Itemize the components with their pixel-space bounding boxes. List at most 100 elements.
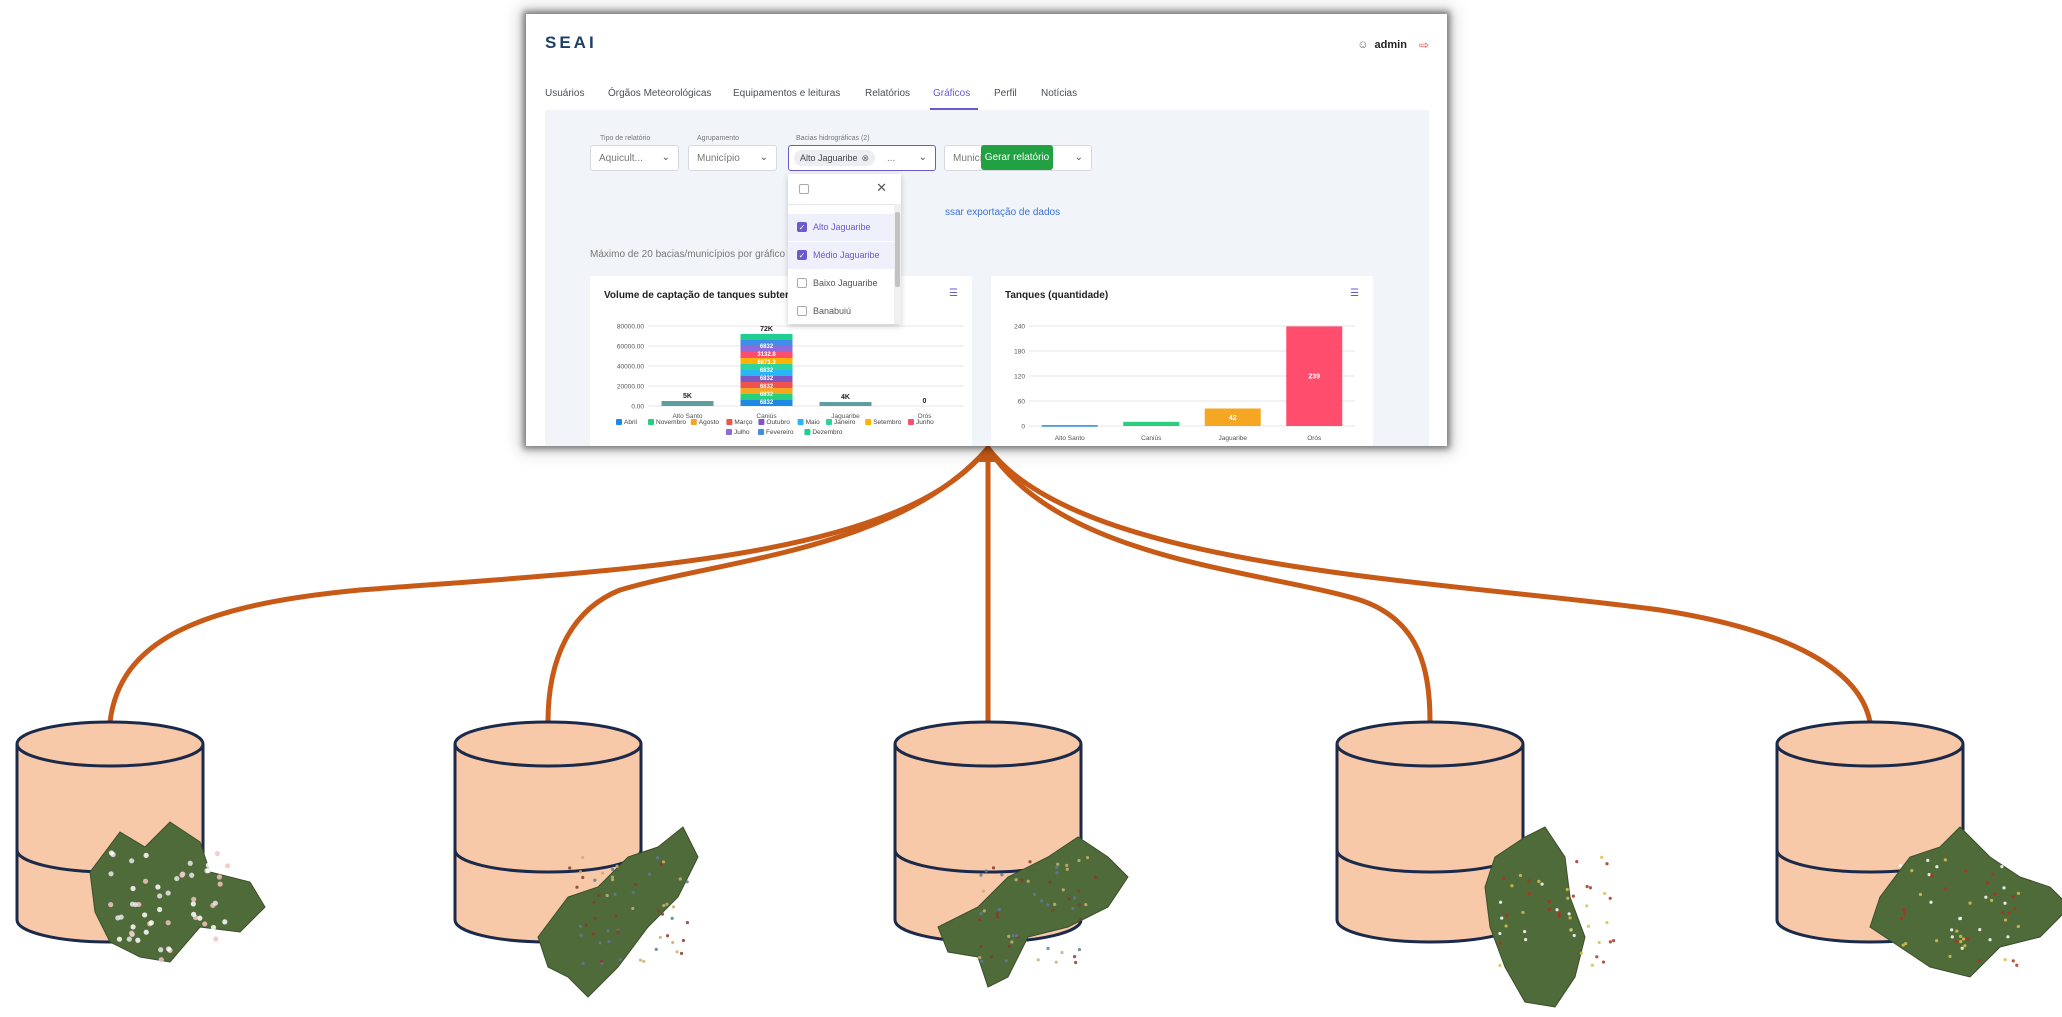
map-point <box>165 920 171 926</box>
legend-swatch <box>758 429 764 435</box>
map-point <box>1523 938 1528 942</box>
tab-perfil[interactable]: Perfil <box>994 88 1017 99</box>
map-point <box>1586 924 1591 928</box>
tab-usuarios[interactable]: Usuários <box>545 88 584 99</box>
segment-label: 6832 <box>760 400 774 406</box>
map-point <box>1014 878 1018 882</box>
map-point <box>1065 863 1069 867</box>
tab-graficos[interactable]: Gráficos <box>933 88 970 99</box>
legend-label: Novembro <box>656 419 686 426</box>
report-type-select[interactable]: Aquicult... ⌄ <box>590 145 679 171</box>
map-point <box>216 874 223 880</box>
tab-orgaos[interactable]: Órgãos Meteorológicas <box>608 88 711 99</box>
connector-4 <box>985 445 1433 725</box>
bar-total-label: 72K <box>760 326 773 333</box>
map-point <box>1898 863 1902 868</box>
segment-label: 6832 <box>760 376 774 382</box>
basin-shape <box>537 826 699 998</box>
logout-icon[interactable]: ⇨ <box>1419 38 1429 52</box>
dropdown-item[interactable]: Baixo Jaguaribe <box>788 270 894 297</box>
map-point <box>655 856 660 860</box>
map-point <box>661 860 666 864</box>
map-point <box>189 872 195 878</box>
map-point <box>600 871 605 875</box>
bar-total-label: 0 <box>923 398 927 405</box>
tab-relatorios[interactable]: Relatórios <box>865 88 910 99</box>
map-point <box>1571 894 1576 898</box>
checkbox[interactable] <box>797 278 807 288</box>
selected-basin-chip[interactable]: Alto Jaguaribe ⊗ <box>794 150 876 166</box>
tab-noticias[interactable]: Notícias <box>1041 88 1077 99</box>
map-point <box>1585 884 1589 889</box>
basins-multiselect[interactable]: Alto Jaguaribe ⊗ ... ⌄ <box>788 145 936 171</box>
generate-report-button[interactable]: Gerar relatório <box>981 145 1053 170</box>
map-point <box>1555 908 1559 912</box>
cylinder-top <box>1335 720 1525 768</box>
map-point <box>670 916 674 920</box>
map-point <box>1077 947 1082 952</box>
map-point <box>1902 908 1906 912</box>
dropdown-scroll-thumb[interactable] <box>895 212 900 287</box>
map-point <box>995 912 999 916</box>
map-point <box>1993 892 1997 896</box>
nav-bar: Usuários Órgãos Meteorológicas Equipamen… <box>545 76 1429 111</box>
map-point <box>115 915 121 921</box>
dropdown-item[interactable]: Banabuiú <box>788 298 894 324</box>
map-point <box>128 930 135 936</box>
checkbox-checked[interactable]: ✓ <box>797 222 807 232</box>
map-point <box>130 924 136 930</box>
map-point <box>613 892 617 896</box>
map-point <box>593 916 597 920</box>
dropdown-item[interactable]: ✓ Médio Jaguaribe <box>788 242 894 269</box>
map-point <box>679 951 684 955</box>
bar <box>1123 421 1180 426</box>
checkbox-checked[interactable]: ✓ <box>797 250 807 260</box>
map-point <box>610 867 615 872</box>
map-point <box>1523 929 1527 934</box>
grouping-label: Agrupamento <box>697 135 740 142</box>
map-point <box>658 935 662 940</box>
tab-equipamentos[interactable]: Equipamentos e leituras <box>733 88 840 99</box>
map-point <box>593 878 597 882</box>
remove-chip-icon[interactable]: ⊗ <box>862 153 870 163</box>
map-point <box>132 901 139 908</box>
map-point <box>981 889 986 893</box>
dropdown-item[interactable]: ✓ Alto Jaguaribe <box>788 214 894 241</box>
map-point <box>108 902 114 908</box>
map-point <box>638 958 643 962</box>
map-point <box>1056 862 1060 866</box>
checkbox[interactable] <box>797 306 807 316</box>
x-tick-label: Jaguaribe <box>1218 435 1247 442</box>
map-point <box>1004 959 1008 963</box>
map-point <box>1603 891 1607 896</box>
select-all-checkbox[interactable] <box>799 184 809 194</box>
map-point <box>1527 879 1531 883</box>
grouping-select[interactable]: Município ⌄ <box>688 145 777 171</box>
map-point <box>991 866 996 870</box>
segment-label: 6832 <box>760 384 774 390</box>
map-point <box>607 939 611 944</box>
map-point <box>665 934 670 938</box>
map-point <box>130 885 136 892</box>
map-point <box>2006 935 2010 939</box>
map-point <box>578 870 583 874</box>
map-point <box>1985 881 1990 885</box>
map-point <box>1568 916 1572 920</box>
map-point <box>1948 954 1952 959</box>
basin-shape <box>1869 826 2062 978</box>
export-link[interactable]: ssar exportação de dados <box>945 207 1060 218</box>
cylinder-top <box>453 720 643 768</box>
map-point <box>997 907 1001 912</box>
map-point <box>179 872 185 878</box>
map-point <box>1926 858 1930 863</box>
legend-swatch <box>826 419 832 425</box>
legend-swatch <box>616 419 622 425</box>
close-icon[interactable]: ✕ <box>876 180 887 196</box>
cylinder-top <box>893 720 1083 768</box>
map-point <box>213 936 219 942</box>
map-point <box>1537 879 1541 883</box>
map-point <box>155 884 161 890</box>
legend-label: Janeiro <box>834 419 856 426</box>
map-point <box>1990 898 1994 902</box>
legend-swatch <box>726 429 732 435</box>
